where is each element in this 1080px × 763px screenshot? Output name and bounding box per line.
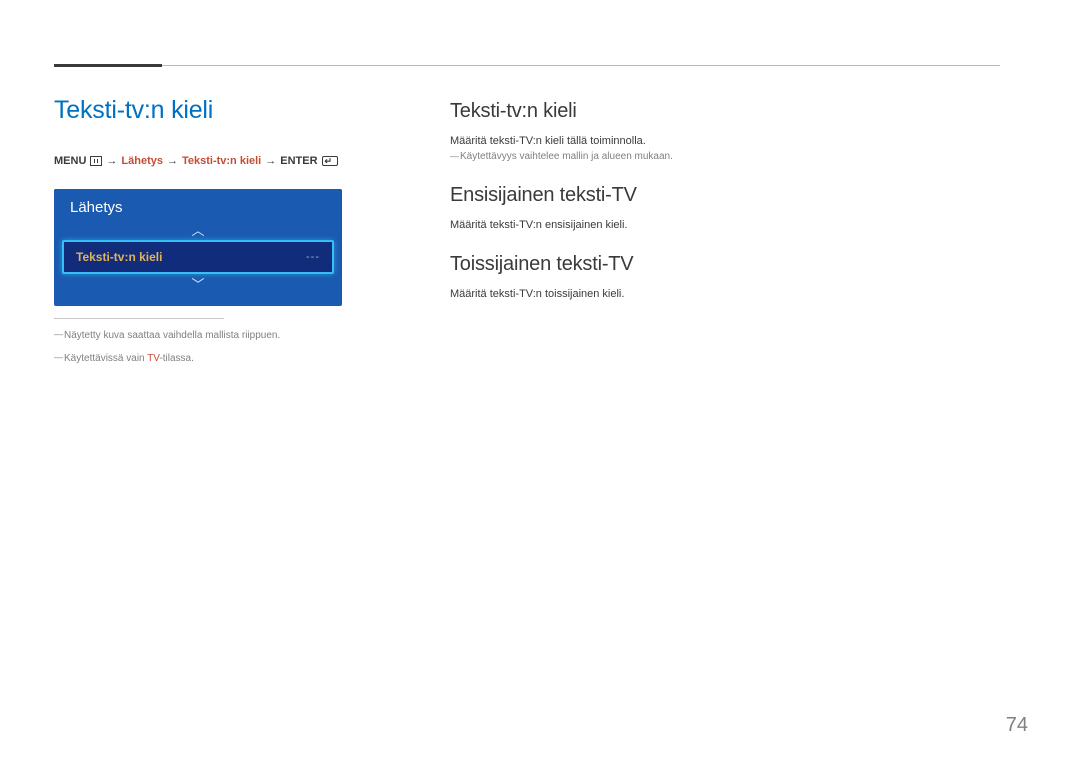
panel-body: ︿ Teksti-tv:n kieli --- ﹀ [54,222,342,306]
small-divider [54,318,224,319]
selected-row-label: Teksti-tv:n kieli [76,250,162,264]
right-column: Teksti-tv:n kieli Määritä teksti-TV:n ki… [450,96,1000,369]
menu-icon [90,156,102,166]
footnote-pre: Käytettävissä vain [64,353,147,364]
left-column: Teksti-tv:n kieli MENU → Lähetys → Tekst… [54,96,344,369]
section-title-3: Toissijainen teksti-TV [450,253,1000,276]
menu-panel: Lähetys ︿ Teksti-tv:n kieli --- ﹀ [54,189,342,306]
section-title-1: Teksti-tv:n kieli [450,100,1000,123]
section-body-2: Määritä teksti-TV:n ensisijainen kieli. [450,219,1000,231]
arrow-icon: → [106,155,117,167]
panel-header: Lähetys [54,189,342,222]
section-body-1: Määritä teksti-TV:n kieli tällä toiminno… [450,135,1000,147]
section-body-3: Määritä teksti-TV:n toissijainen kieli. [450,288,1000,300]
page-number: 74 [1006,714,1028,737]
breadcrumb-enter: ENTER [280,155,317,167]
enter-icon [322,156,338,166]
section-title-2: Ensisijainen teksti-TV [450,184,1000,207]
arrow-icon: → [167,155,178,167]
chevron-up-icon[interactable]: ︿ [62,224,334,238]
breadcrumb-nav1: Lähetys [121,155,163,167]
page-title: Teksti-tv:n kieli [54,96,344,125]
footnote-image-vary: Näytetty kuva saattaa vaihdella mallista… [54,329,344,342]
footnote-tv-mode: Käytettävissä vain TV-tilassa. [54,352,344,365]
arrow-icon: → [265,155,276,167]
breadcrumb-menu: MENU [54,155,86,167]
rule-thick [54,64,162,67]
section-note-1: Käytettävyys vaihtelee mallin ja alueen … [450,151,1000,162]
selected-row-value: --- [306,251,320,263]
footnote-post: -tilassa. [159,353,193,364]
panel-selected-row[interactable]: Teksti-tv:n kieli --- [62,240,334,274]
rule-thin [54,65,1000,66]
header-rule [54,64,1000,72]
breadcrumb-nav2: Teksti-tv:n kieli [182,155,261,167]
footnote-highlight: TV [147,353,159,364]
breadcrumb: MENU → Lähetys → Teksti-tv:n kieli → ENT… [54,155,344,167]
content-columns: Teksti-tv:n kieli MENU → Lähetys → Tekst… [54,96,1000,369]
chevron-down-icon[interactable]: ﹀ [62,278,334,292]
